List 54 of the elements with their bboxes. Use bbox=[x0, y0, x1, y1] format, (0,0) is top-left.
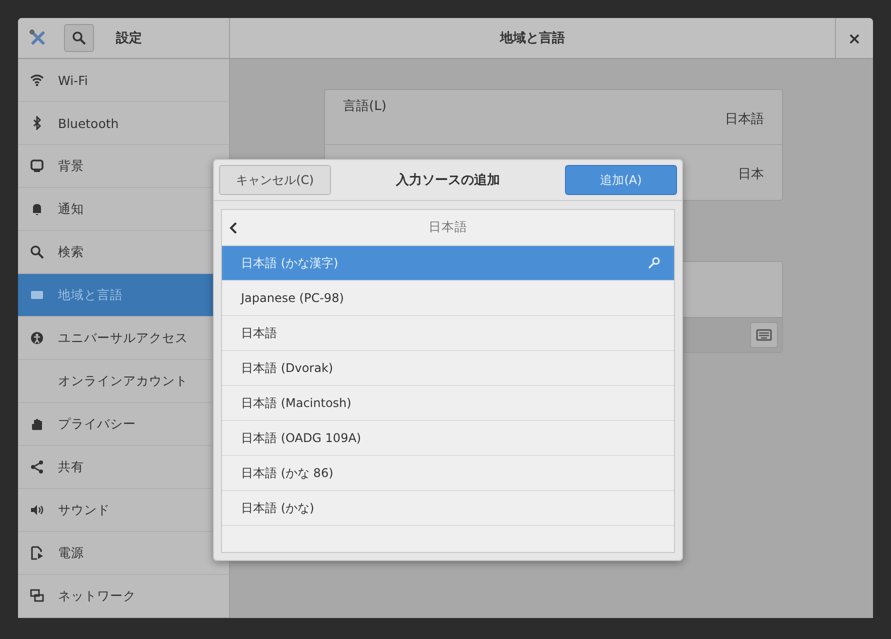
sidebar-label: サウンド bbox=[58, 502, 110, 518]
input-source-item[interactable]: 日本語 (Dvorak) bbox=[222, 351, 674, 386]
input-source-label: 日本語 (かな) bbox=[241, 500, 314, 516]
sidebar-label: 電源 bbox=[58, 544, 84, 562]
input-source-item[interactable]: 日本語 bbox=[222, 316, 674, 351]
sidebar-label: 検索 bbox=[58, 244, 84, 260]
sidebar-label: Wi-Fi bbox=[58, 72, 88, 88]
cancel-button[interactable]: キャンセル(C) bbox=[219, 165, 331, 195]
sidebar-item[interactable]: Wi-Fi bbox=[18, 59, 229, 102]
input-source-label: 日本語 (かな漢字) bbox=[241, 254, 338, 272]
input-source-label: 日本語 (かな 86) bbox=[241, 464, 334, 482]
input-source-item[interactable]: 日本語 (Macintosh) bbox=[222, 386, 674, 421]
search-icon bbox=[30, 245, 44, 259]
share-icon bbox=[30, 460, 44, 474]
sidebar-label: 背景 bbox=[58, 158, 84, 174]
input-source-item[interactable]: 日本語 (かな) bbox=[222, 491, 674, 526]
list-header: 日本語 bbox=[428, 219, 468, 236]
input-source-label: Japanese (PC-98) bbox=[241, 291, 344, 305]
close-button[interactable]: × bbox=[835, 18, 873, 58]
sidebar-label: 通知 bbox=[58, 200, 84, 218]
sidebar-label: 地域と言語 bbox=[58, 286, 123, 304]
sidebar-label: プライバシー bbox=[58, 416, 136, 432]
sidebar-item[interactable]: Bluetooth bbox=[18, 102, 229, 145]
input-source-label: 日本語 (Dvorak) bbox=[241, 360, 334, 376]
accessibility-icon bbox=[30, 331, 44, 345]
window-title: 地域と言語 bbox=[498, 30, 566, 47]
input-source-item[interactable]: 日本語 (OADG 109A) bbox=[222, 421, 674, 456]
setting-value: 日本語 bbox=[725, 111, 764, 128]
input-source-label: 日本語 bbox=[241, 324, 277, 342]
input-source-label: 日本語 (Macintosh) bbox=[241, 394, 352, 412]
wifi-icon bbox=[30, 73, 44, 87]
search-button[interactable] bbox=[64, 24, 94, 52]
keyboard-button[interactable] bbox=[750, 322, 778, 348]
sidebar-label: 共有 bbox=[58, 458, 84, 476]
setting-value: 日本 bbox=[738, 166, 764, 183]
tools-icon bbox=[28, 28, 48, 48]
sidebar-label: Bluetooth bbox=[58, 116, 119, 130]
input-source-item[interactable]: 日本語 (かな 86) bbox=[222, 456, 674, 491]
network-icon bbox=[30, 589, 44, 603]
hand-icon bbox=[30, 417, 44, 431]
monitor-icon bbox=[30, 159, 44, 173]
sidebar-label: オンラインアカウント bbox=[58, 372, 188, 390]
sidebar-label: ユニバーサルアクセス bbox=[58, 330, 188, 346]
bell-icon bbox=[30, 202, 44, 216]
speaker-icon bbox=[30, 503, 44, 517]
keyboard-icon bbox=[756, 329, 772, 341]
setting-label: 言語(L) bbox=[343, 98, 386, 115]
sidebar-label: ネットワーク bbox=[58, 588, 136, 604]
input-source-item[interactable]: Japanese (PC-98) bbox=[222, 281, 674, 316]
dialog-title: 入力ソースの追加 bbox=[396, 172, 500, 189]
sidebar-item[interactable]: ネットワーク bbox=[18, 575, 229, 618]
sidebar-title: 設定 bbox=[116, 30, 142, 47]
search-icon bbox=[72, 31, 86, 45]
input-source-label: 日本語 (OADG 109A) bbox=[241, 430, 362, 446]
